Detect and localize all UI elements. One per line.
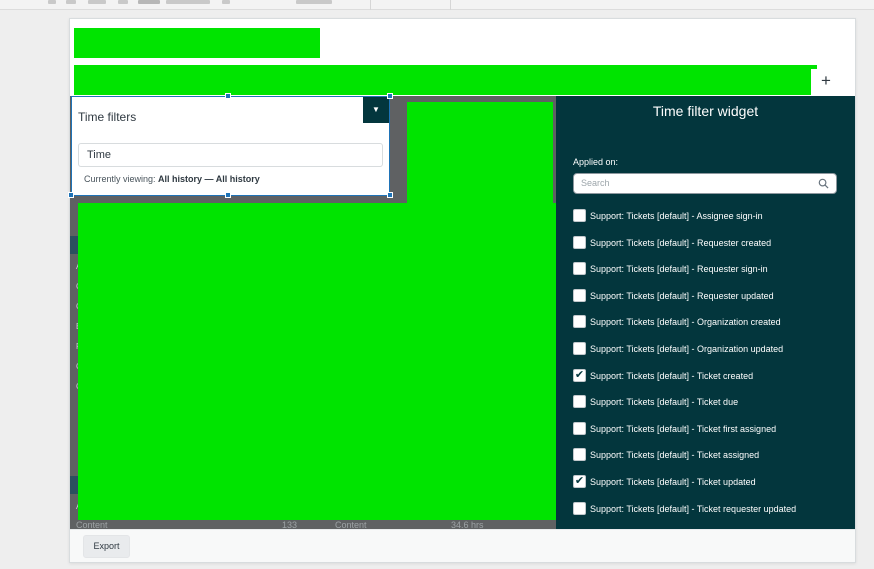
checkbox-checked[interactable]: ✔ (573, 368, 586, 382)
widget-menu-button[interactable]: ▼ (363, 97, 389, 123)
export-button[interactable]: Export (83, 535, 130, 558)
resize-handle[interactable] (68, 192, 74, 198)
checkbox[interactable] (573, 448, 586, 462)
viewing-prefix: Currently viewing: (84, 174, 156, 184)
checkbox-checked[interactable]: ✔ (573, 475, 586, 488)
dataset-option-label: Support: Tickets [default] - Requester u… (590, 290, 774, 301)
checkbox[interactable] (573, 235, 586, 249)
search-input[interactable]: Search (573, 173, 837, 194)
dataset-option-label: Support: Tickets [default] - Assignee si… (590, 211, 763, 221)
checkbox[interactable] (573, 501, 586, 515)
toolbar-icon[interactable] (222, 0, 230, 4)
dataset-option-label: Support: Tickets [default] - Ticket requ… (590, 503, 797, 514)
toolbar-icon[interactable] (48, 0, 56, 4)
dataset-option-label: Support: Tickets [default] - Ticket assi… (590, 450, 760, 461)
resize-handle[interactable] (225, 192, 231, 198)
toolbar-icon[interactable] (88, 0, 106, 4)
caret-down-icon: ▼ (372, 105, 380, 114)
toolbar-icon[interactable] (66, 0, 76, 4)
dataset-option-label: Support: Tickets [default] - Organizatio… (590, 344, 784, 354)
dataset-option-label: Support: Tickets [default] - Ticket crea… (590, 370, 754, 381)
checkbox[interactable] (573, 262, 586, 276)
section-header-bar (70, 236, 78, 254)
dataset-option-label: Support: Tickets [default] - Ticket firs… (590, 423, 777, 434)
checkbox[interactable] (573, 288, 586, 302)
redacted-widget-block (78, 203, 559, 520)
section-header-bar (70, 476, 78, 494)
checkbox[interactable] (573, 209, 586, 222)
check-icon: ✔ (574, 368, 585, 381)
checkbox[interactable] (573, 395, 586, 409)
checkbox[interactable] (573, 421, 586, 435)
resize-handle[interactable] (387, 192, 393, 198)
search-icon (818, 178, 829, 189)
current-viewing-text: Currently viewing: All history — All his… (84, 174, 260, 184)
checkbox[interactable] (573, 315, 586, 329)
search-placeholder: Search (581, 178, 610, 188)
redacted-tab-bar (74, 65, 817, 95)
toolbar-divider (450, 0, 451, 10)
resize-handle[interactable] (225, 93, 231, 99)
check-icon: ✔ (574, 475, 585, 487)
panel-title: Time filter widget (652, 103, 759, 119)
add-tab-button[interactable]: + (811, 69, 841, 95)
resize-handle[interactable] (387, 93, 393, 99)
redacted-title-block (74, 28, 320, 58)
time-filter-select[interactable]: Time (78, 143, 383, 167)
toolbar-divider (370, 0, 371, 10)
checkbox[interactable] (573, 342, 586, 355)
dataset-option-label: Support: Tickets [default] - Organizatio… (590, 317, 781, 328)
toolbar-icon[interactable] (138, 0, 160, 4)
dataset-option-label: Support: Tickets [default] - Requester c… (590, 237, 772, 248)
widget-title: Time filters (78, 110, 137, 124)
time-filter-widget[interactable]: Time filters ▼ Time Currently viewing: A… (71, 96, 390, 196)
toolbar-icon[interactable] (296, 0, 332, 4)
viewing-value: All history — All history (158, 174, 260, 184)
time-filter-settings-panel: Time filter widget Applied on: Search Su… (556, 96, 855, 529)
toolbar-icon[interactable] (166, 0, 210, 4)
dataset-option-label: Support: Tickets [default] - Ticket due (590, 397, 739, 408)
app-toolbar (0, 0, 874, 10)
dataset-option-label: Support: Tickets [default] - Requester s… (590, 264, 768, 275)
dataset-option-label: Support: Tickets [default] - Ticket upda… (590, 477, 756, 487)
toolbar-icon[interactable] (118, 0, 128, 4)
editor-footer: Export (70, 529, 855, 562)
applied-on-label: Applied on: (573, 157, 619, 167)
